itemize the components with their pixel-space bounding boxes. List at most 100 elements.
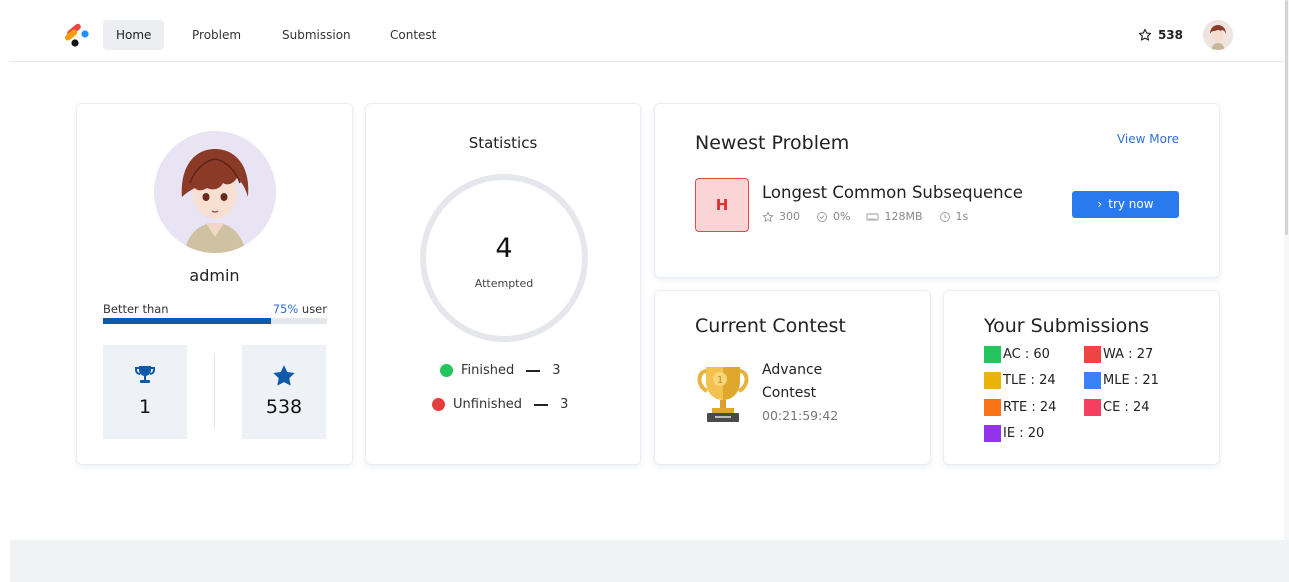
- username: admin: [189, 266, 240, 285]
- submission-stat-rte: RTE : 24: [984, 399, 1056, 416]
- page-scrollbar[interactable]: [1284, 0, 1289, 540]
- legend-dash: [534, 403, 549, 406]
- profile-avatar: [154, 131, 276, 253]
- status-count: 60: [1033, 347, 1050, 362]
- contest-countdown: 00:21:59:42: [762, 408, 839, 423]
- status-color-swatch: [1084, 372, 1101, 389]
- status-label: RTE: [1003, 400, 1028, 415]
- status-count: 24: [1039, 400, 1057, 415]
- problem-memory: 128MB: [884, 210, 923, 223]
- newest-problem-card: Newest Problem View More H Longest Commo…: [654, 103, 1220, 278]
- problem-name[interactable]: Longest Common Subsequence: [762, 183, 1023, 202]
- try-now-button[interactable]: › try now: [1072, 191, 1179, 218]
- status-color-swatch: [1084, 346, 1101, 363]
- submission-stat-ie: IE : 20: [984, 425, 1044, 442]
- problem-acceptance: 0%: [833, 210, 851, 223]
- app-logo[interactable]: [62, 21, 96, 49]
- better-than-label: Better than: [103, 302, 169, 316]
- stat-divider: [214, 354, 215, 428]
- submission-stat-ce: CE : 24: [1084, 399, 1150, 416]
- submission-stat-tle: TLE : 24: [984, 372, 1056, 389]
- legend-dash: [526, 369, 541, 372]
- better-than-suffix: user: [298, 302, 327, 316]
- avatar-image: [1203, 20, 1233, 50]
- star-count[interactable]: 538: [1138, 28, 1183, 42]
- chevron-right-icon: ›: [1097, 197, 1103, 211]
- current-contest-title: Current Contest: [695, 315, 846, 337]
- nav-problem[interactable]: Problem: [179, 20, 254, 50]
- statistics-card: Statistics 4 Attempted Finished 3 Unfini…: [365, 103, 641, 465]
- statistics-title: Statistics: [468, 134, 538, 152]
- status-separator: :: [1027, 400, 1040, 415]
- unfinished-legend: Unfinished 3: [432, 397, 568, 412]
- user-avatar[interactable]: [1203, 20, 1233, 50]
- nav-home[interactable]: Home: [103, 20, 165, 50]
- trophy-stat: 1: [103, 345, 187, 439]
- attempted-label: Attempted: [474, 277, 534, 290]
- nav-contest[interactable]: Contest: [377, 20, 449, 50]
- submission-stat-wa: WA : 27: [1084, 346, 1153, 363]
- view-more-link[interactable]: View More: [1117, 132, 1179, 146]
- gold-trophy-icon: 1: [697, 367, 749, 422]
- unfinished-dot: [432, 398, 445, 411]
- submissions-title: Your Submissions: [984, 315, 1150, 337]
- status-color-swatch: [1084, 399, 1101, 416]
- submission-stat-mle: MLE : 21: [1084, 372, 1159, 389]
- status-separator: :: [1026, 373, 1040, 388]
- clock-icon: [939, 211, 950, 222]
- unfinished-label: Unfinished: [453, 397, 523, 412]
- status-color-swatch: [984, 346, 1001, 363]
- avatar-image: [154, 131, 276, 253]
- footer: [10, 540, 1289, 582]
- status-count: 21: [1142, 373, 1159, 388]
- rank-progress-bar: [103, 318, 327, 324]
- memory-icon: [867, 213, 879, 220]
- status-color-swatch: [984, 425, 1001, 442]
- finished-count: 3: [552, 363, 561, 378]
- status-label: AC: [1003, 347, 1021, 362]
- better-than-percent: 75% user: [273, 302, 327, 316]
- problem-meta: 300 0% 128MB 1s: [762, 210, 968, 223]
- trophy-icon: [103, 363, 187, 391]
- status-label: TLE: [1003, 373, 1027, 388]
- attempted-ring: 4 Attempted: [420, 174, 588, 342]
- nav-submission[interactable]: Submission: [269, 20, 364, 50]
- finished-dot: [440, 364, 453, 377]
- scrollbar-thumb[interactable]: [1285, 0, 1288, 235]
- star-stat-count: 538: [265, 396, 303, 418]
- user-area: 538: [1138, 20, 1233, 50]
- status-color-swatch: [984, 372, 1001, 389]
- status-label: CE: [1103, 400, 1121, 415]
- problem-time: 1s: [955, 210, 969, 223]
- status-count: 24: [1132, 400, 1150, 415]
- star-stat: 538: [242, 345, 326, 439]
- star-outline-icon: [1138, 28, 1152, 41]
- rank-progress-fill: [103, 318, 271, 324]
- rank-row: Better than 75% user: [103, 302, 327, 316]
- status-separator: :: [1124, 347, 1137, 362]
- contest-name[interactable]: Advance Contest: [762, 359, 872, 405]
- your-submissions-card: Your Submissions AC : 60 WA : 27 TLE : 24 M…: [943, 290, 1220, 465]
- try-now-label: try now: [1108, 197, 1154, 211]
- status-count: 27: [1136, 347, 1154, 362]
- attempted-count: 4: [495, 233, 513, 264]
- star-icon: [242, 363, 326, 393]
- problem-points: 300: [779, 210, 800, 223]
- trophy-count: 1: [138, 396, 152, 418]
- unfinished-count: 3: [560, 397, 569, 412]
- difficulty-badge: H: [695, 178, 749, 232]
- status-color-swatch: [984, 399, 1001, 416]
- finished-label: Finished: [461, 363, 515, 378]
- page: Home Problem Submission Contest 538 admi…: [0, 0, 1289, 582]
- submission-stat-ac: AC : 60: [984, 346, 1050, 363]
- star-outline-icon: [762, 210, 774, 222]
- current-contest-card: Current Contest 1 Advance Contest 00:21:…: [654, 290, 931, 465]
- top-navbar: Home Problem Submission Contest 538: [10, 0, 1289, 62]
- status-count: 20: [1027, 426, 1045, 441]
- status-label: IE: [1003, 426, 1016, 441]
- status-separator: :: [1020, 347, 1034, 362]
- profile-card: admin Better than 75% user 1 538: [76, 103, 353, 465]
- svg-text:1: 1: [717, 375, 723, 386]
- newest-problem-title: Newest Problem: [695, 132, 850, 154]
- status-separator: :: [1129, 373, 1143, 388]
